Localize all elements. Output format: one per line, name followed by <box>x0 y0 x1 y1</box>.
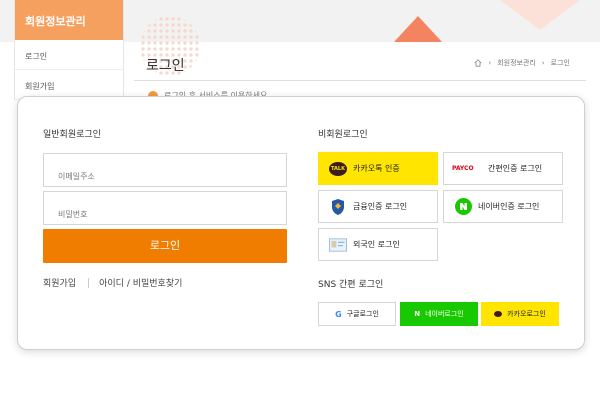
password-input[interactable] <box>43 191 287 225</box>
breadcrumb-separator-icon: › <box>541 59 545 67</box>
kakao-login-button[interactable]: 카카오로그인 <box>481 302 559 326</box>
page-title: 로그인 <box>146 58 185 74</box>
kakao-auth-button[interactable]: TALK 카카오톡 인증 <box>318 152 438 185</box>
kakao-bubble-icon <box>494 311 503 317</box>
payco-icon: PAYCO <box>452 165 474 172</box>
financial-auth-button[interactable]: 금융인증 로그인 <box>318 190 438 223</box>
naver-login-button[interactable]: N 네이버로그인 <box>400 302 478 326</box>
foreigner-login-label: 외국인 로그인 <box>353 240 400 249</box>
breadcrumb: › 회원정보관리 › 로그인 <box>474 58 570 68</box>
financial-shield-icon <box>329 198 347 216</box>
guest-login-title: 비회원로그인 <box>318 130 368 140</box>
breadcrumb-separator-icon: › <box>488 59 492 67</box>
sidebar-title: 회원정보관리 <box>15 0 123 40</box>
sidebar-item-login[interactable]: 로그인 <box>15 40 123 70</box>
decorative-pink-shape <box>500 0 580 30</box>
simple-auth-button[interactable]: PAYCO 간편인증 로그인 <box>443 152 563 185</box>
naver-n-icon <box>454 198 472 216</box>
kakao-auth-label: 카카오톡 인증 <box>353 164 400 173</box>
breadcrumb-item[interactable]: 회원정보관리 <box>497 58 536 68</box>
sns-login-title: SNS 간편 로그인 <box>318 280 384 290</box>
foreigner-id-icon <box>329 236 347 254</box>
foreigner-login-button[interactable]: 외국인 로그인 <box>318 228 438 261</box>
breadcrumb-item[interactable]: 로그인 <box>551 58 570 68</box>
naver-auth-button[interactable]: 네이버인증 로그인 <box>443 190 563 223</box>
member-login-title: 일반회원로그인 <box>43 130 101 140</box>
kakao-login-label: 카카오로그인 <box>507 310 546 318</box>
link-divider <box>88 277 90 288</box>
financial-auth-label: 금융인증 로그인 <box>353 202 408 211</box>
home-icon[interactable] <box>474 59 482 67</box>
google-g-icon: G <box>335 309 342 319</box>
email-input[interactable] <box>43 153 287 187</box>
login-modal: 일반회원로그인 로그인 회원가입 아이디 / 비밀번호찾기 비회원로그인 TAL… <box>17 96 585 350</box>
talk-icon: TALK <box>329 160 347 178</box>
account-links: 회원가입 아이디 / 비밀번호찾기 <box>43 276 182 289</box>
google-login-button[interactable]: G 구글로그인 <box>318 302 396 326</box>
divider <box>134 80 586 81</box>
decorative-triangle <box>394 16 442 42</box>
login-button[interactable]: 로그인 <box>43 229 287 263</box>
google-login-label: 구글로그인 <box>346 310 379 318</box>
naver-auth-label: 네이버인증 로그인 <box>478 202 540 211</box>
signup-link[interactable]: 회원가입 <box>43 276 76 289</box>
find-account-link[interactable]: 아이디 / 비밀번호찾기 <box>99 276 182 289</box>
simple-auth-label: 간편인증 로그인 <box>488 164 543 173</box>
naver-login-label: 네이버로그인 <box>425 310 464 318</box>
naver-n-icon: N <box>414 310 421 318</box>
sidebar: 회원정보관리 로그인 회원가입 <box>14 0 124 100</box>
